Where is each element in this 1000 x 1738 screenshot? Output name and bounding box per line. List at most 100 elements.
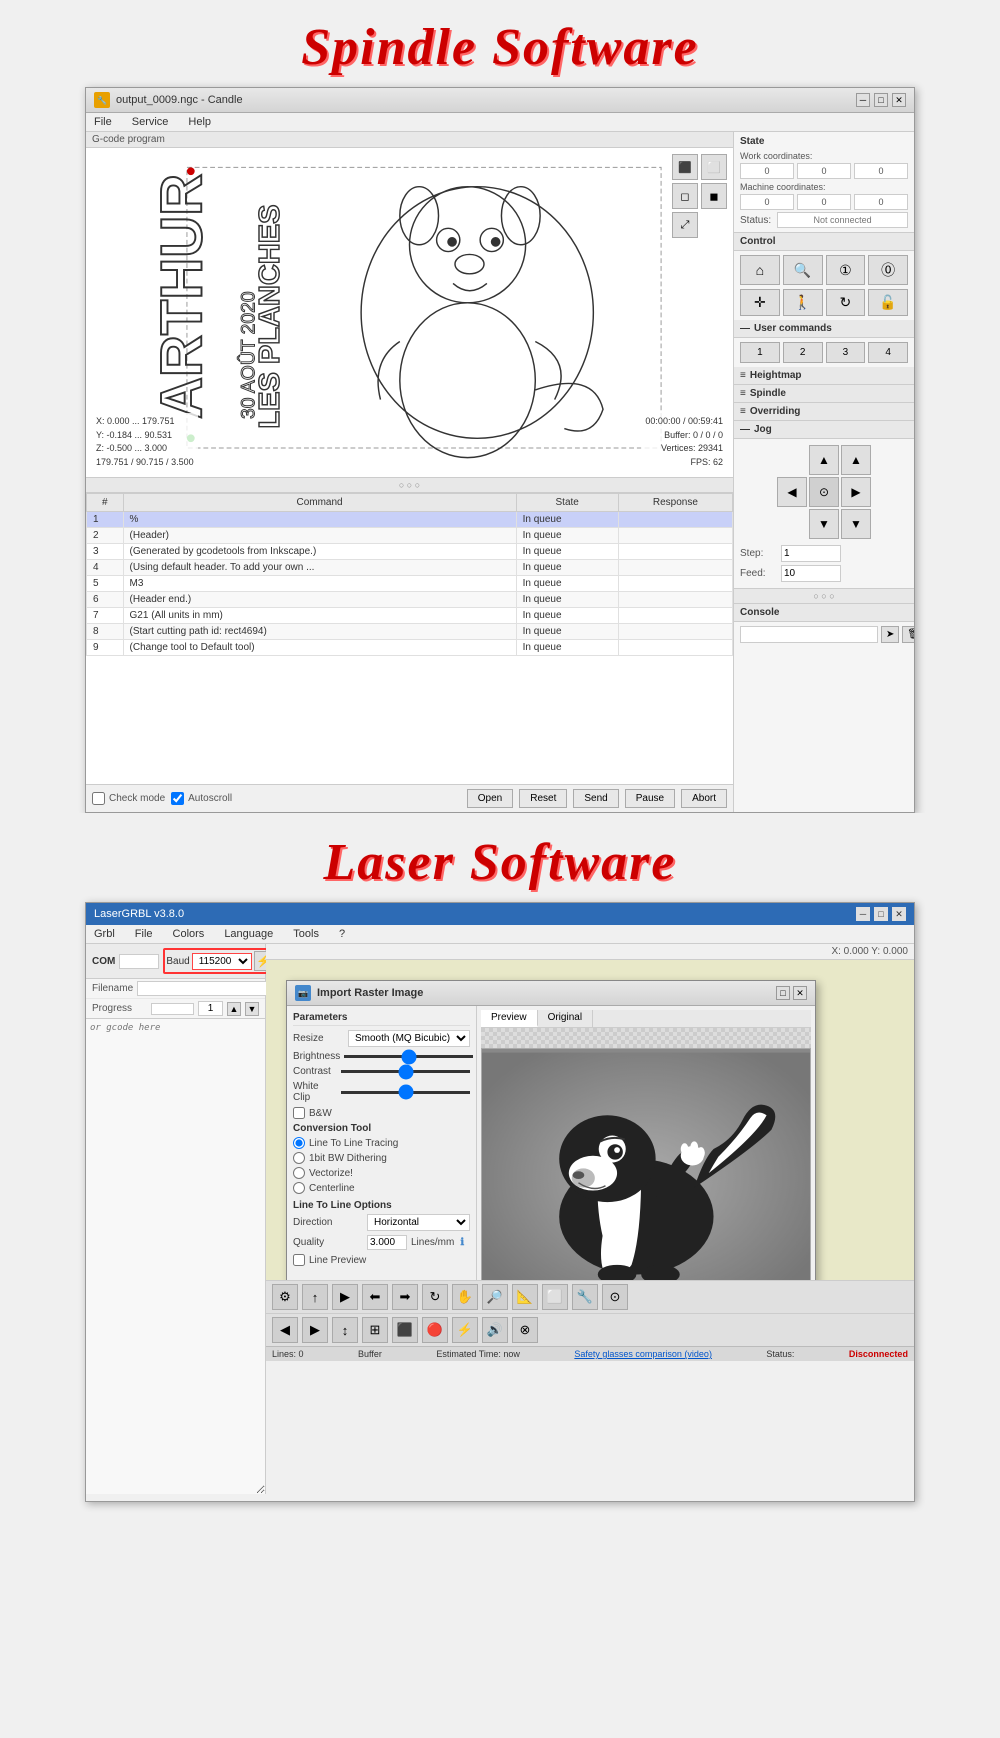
gcode-textarea[interactable]	[86, 1018, 265, 1494]
direction-select[interactable]: Horizontal	[367, 1214, 470, 1231]
brightness-slider[interactable]	[344, 1055, 473, 1058]
laser-maximize-btn[interactable]: □	[874, 907, 888, 921]
ucmd-3-btn[interactable]: 3	[826, 342, 866, 363]
heightmap-header[interactable]: ≡ Heightmap	[734, 367, 914, 385]
spindle-section-header[interactable]: ≡ Spindle	[734, 385, 914, 403]
laser-tb-10[interactable]: ⬜	[542, 1284, 568, 1310]
reset-btn[interactable]: Reset	[519, 789, 567, 808]
quality-input[interactable]	[367, 1235, 407, 1250]
check-mode-checkbox[interactable]	[92, 792, 105, 805]
user-cmds-header[interactable]: — User commands	[734, 320, 914, 338]
laser-tb-7[interactable]: ✋	[452, 1284, 478, 1310]
laser-tb-9[interactable]: 📐	[512, 1284, 538, 1310]
ctrl-lock-btn[interactable]: 🔓	[868, 289, 908, 316]
abort-btn[interactable]: Abort	[681, 789, 727, 808]
line-preview-checkbox[interactable]	[293, 1254, 305, 1266]
radio-centerline[interactable]	[293, 1182, 305, 1194]
send-btn[interactable]: Send	[573, 789, 618, 808]
ctrl-zero2-btn[interactable]: ⓪	[868, 255, 908, 285]
autoscroll-checkbox[interactable]	[171, 792, 184, 805]
laser-menu-language[interactable]: Language	[220, 927, 277, 941]
ucmd-2-btn[interactable]: 2	[783, 342, 823, 363]
filename-input[interactable]	[137, 981, 277, 996]
preview-tab-original[interactable]: Original	[538, 1010, 593, 1027]
ctrl-home-btn[interactable]: ⌂	[740, 255, 780, 285]
ctrl-reload-btn[interactable]: ↻	[826, 289, 866, 316]
overriding-header[interactable]: ≡ Overriding	[734, 403, 914, 421]
com-input[interactable]	[119, 954, 159, 969]
table-row[interactable]: 7 G21 (All units in mm) In queue	[87, 608, 733, 624]
canvas-side-view-btn[interactable]: ◻	[672, 183, 698, 209]
laser-tb-3[interactable]: ▶	[332, 1284, 358, 1310]
laser-menu-grbl[interactable]: Grbl	[90, 927, 119, 941]
laser-tb-1[interactable]: ⚙	[272, 1284, 298, 1310]
open-btn[interactable]: Open	[467, 789, 513, 808]
jog-right-btn[interactable]: ▶	[841, 477, 871, 507]
laser-tb-8[interactable]: 🔎	[482, 1284, 508, 1310]
resize-select[interactable]: Smooth (MQ Bicubic)	[348, 1030, 470, 1047]
ucmd-1-btn[interactable]: 1	[740, 342, 780, 363]
console-input[interactable]	[740, 626, 878, 643]
table-row[interactable]: 6 (Header end.) In queue	[87, 592, 733, 608]
ctrl-cross-btn[interactable]: ✛	[740, 289, 780, 316]
laser-minimize-btn[interactable]: ─	[856, 907, 870, 921]
laser-tb-5[interactable]: ➡	[392, 1284, 418, 1310]
pause-btn[interactable]: Pause	[625, 789, 675, 808]
preview-tab-preview[interactable]: Preview	[481, 1010, 538, 1027]
jog-z-down-btn[interactable]: ▼	[841, 509, 871, 539]
laser-tb-r2-7[interactable]: ⚡	[452, 1317, 478, 1343]
spindle-close-btn[interactable]: ✕	[892, 93, 906, 107]
canvas-front-view-btn[interactable]: ⬜	[701, 154, 727, 180]
spindle-menu-help[interactable]: Help	[184, 115, 215, 129]
dialog-close-btn[interactable]: ✕	[793, 986, 807, 1000]
console-header[interactable]: Console	[734, 604, 914, 622]
laser-tb-11[interactable]: 🔧	[572, 1284, 598, 1310]
jog-header[interactable]: — Jog	[734, 421, 914, 439]
laser-tb-r2-6[interactable]: 🔴	[422, 1317, 448, 1343]
laser-menu-colors[interactable]: Colors	[169, 927, 209, 941]
radio-line-to-line[interactable]	[293, 1137, 305, 1149]
laser-tb-2[interactable]: ↑	[302, 1284, 328, 1310]
table-row[interactable]: 2 (Header) In queue	[87, 528, 733, 544]
control-header[interactable]: Control	[734, 233, 914, 251]
jog-up-btn[interactable]: ▲	[809, 445, 839, 475]
step-input[interactable]	[781, 545, 841, 562]
radio-1bit[interactable]	[293, 1152, 305, 1164]
spindle-menu-service[interactable]: Service	[128, 115, 173, 129]
baw-checkbox[interactable]	[293, 1107, 305, 1119]
progress-up-btn[interactable]: ▲	[227, 1002, 241, 1016]
safety-link[interactable]: Safety glasses comparison (video)	[574, 1349, 712, 1359]
feed-input[interactable]	[781, 565, 841, 582]
progress-input[interactable]	[198, 1001, 223, 1016]
dialog-resize-btn[interactable]: □	[776, 986, 790, 1000]
laser-tb-r2-8[interactable]: 🔊	[482, 1317, 508, 1343]
ctrl-zero1-btn[interactable]: ①	[826, 255, 866, 285]
console-send-btn[interactable]: ➤	[881, 626, 899, 643]
laser-tb-r2-1[interactable]: ◀	[272, 1317, 298, 1343]
canvas-top-view-btn[interactable]: ⬛	[672, 154, 698, 180]
jog-stop-btn[interactable]: ⊙	[809, 477, 839, 507]
laser-tb-r2-5[interactable]: ⬛	[392, 1317, 418, 1343]
console-clear-btn[interactable]: 🗑	[902, 626, 914, 643]
ctrl-run-btn[interactable]: 🚶	[783, 289, 823, 316]
jog-left-btn[interactable]: ◀	[777, 477, 807, 507]
jog-z-up-btn[interactable]: ▲	[841, 445, 871, 475]
laser-tb-r2-4[interactable]: ⊞	[362, 1317, 388, 1343]
radio-vectorize[interactable]	[293, 1167, 305, 1179]
laser-tb-4[interactable]: ⬅	[362, 1284, 388, 1310]
whiteclip-slider[interactable]	[341, 1091, 470, 1094]
laser-close-btn[interactable]: ✕	[892, 907, 906, 921]
table-row[interactable]: 8 (Start cutting path id: rect4694) In q…	[87, 624, 733, 640]
laser-tb-6[interactable]: ↻	[422, 1284, 448, 1310]
gcode-table-area[interactable]: # Command State Response 1 % In queue 2 …	[86, 493, 733, 784]
table-row[interactable]: 1 % In queue	[87, 512, 733, 528]
jog-down-btn[interactable]: ▼	[809, 509, 839, 539]
table-row[interactable]: 3 (Generated by gcodetools from Inkscape…	[87, 544, 733, 560]
canvas-fit-btn[interactable]: ⤢	[672, 212, 698, 238]
ucmd-4-btn[interactable]: 4	[868, 342, 908, 363]
progress-down-btn[interactable]: ▼	[245, 1002, 259, 1016]
baud-select[interactable]: 115200	[192, 953, 252, 970]
laser-menu-tools[interactable]: Tools	[289, 927, 323, 941]
laser-tb-12[interactable]: ⊙	[602, 1284, 628, 1310]
table-row[interactable]: 4 (Using default header. To add your own…	[87, 560, 733, 576]
